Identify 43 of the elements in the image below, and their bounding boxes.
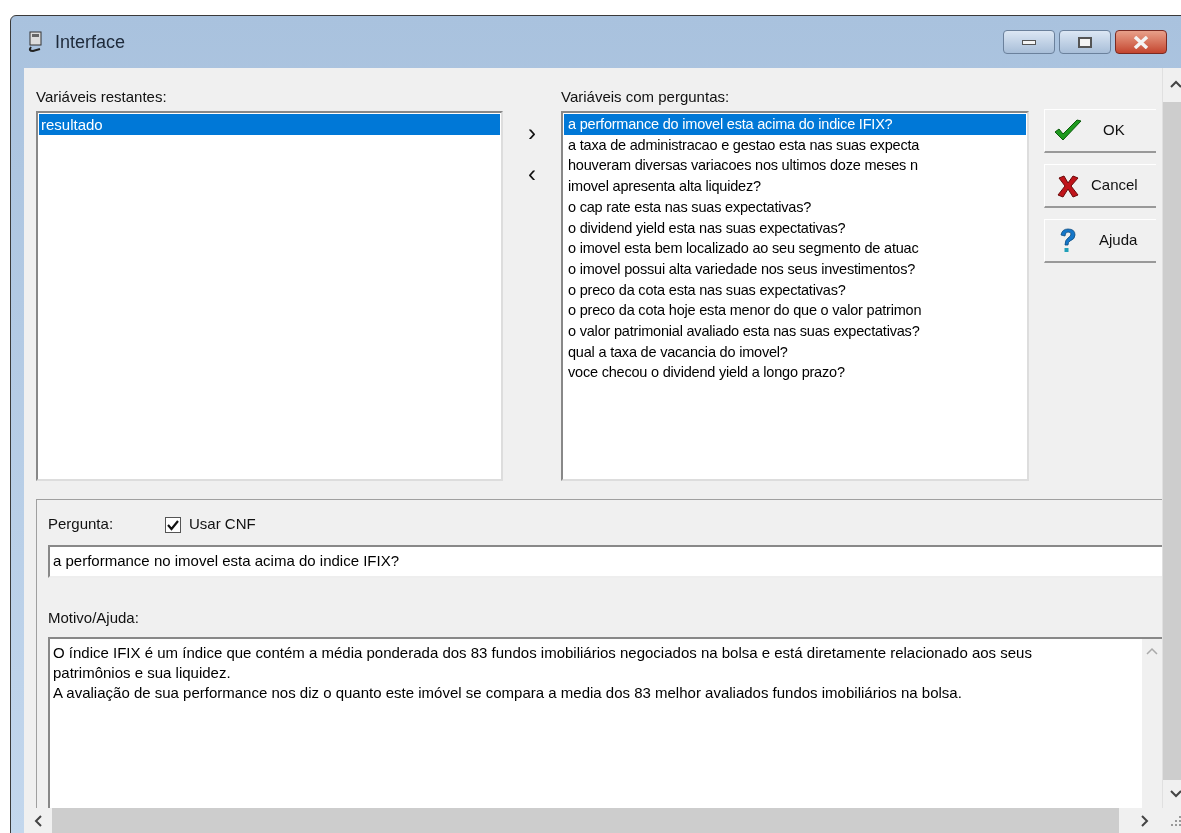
list-label: Variáveis com perguntas: xyxy=(561,87,731,107)
list-item[interactable]: o imovel possui alta variedade nos seus investimentos? xyxy=(564,258,1026,280)
list-item[interactable]: o valor patrimonial avaliado esta nas suas expectativas? xyxy=(564,321,1026,342)
list-item[interactable]: o imovel esta bem localizado ao seu segmento de atuac xyxy=(564,238,1026,259)
cancel-button[interactable]: Cancel xyxy=(1044,164,1156,208)
list-item[interactable]: o dividend yield esta nas suas expectativas? xyxy=(564,217,1026,239)
list-item[interactable]: a performance do imovel esta acima do indice IFIX? xyxy=(564,114,1026,135)
reason-label: Motivo/Ajuda: xyxy=(48,608,140,628)
move-right-button[interactable]: › xyxy=(528,120,536,146)
x-icon xyxy=(1056,173,1080,198)
list-item[interactable]: voce checou o dividend yield a longo prazo? xyxy=(564,362,1026,384)
list-item[interactable]: resultado xyxy=(39,114,500,135)
scroll-right-icon[interactable] xyxy=(1141,815,1149,827)
list-label: Variáveis restantes: xyxy=(36,87,168,107)
question-field[interactable]: a performance no imovel esta acima do indice IFIX? xyxy=(48,545,1162,578)
list-item[interactable]: o cap rate esta nas suas expectativas? xyxy=(564,196,1026,218)
move-left-button[interactable]: ‹ xyxy=(528,161,536,187)
scroll-left-icon[interactable] xyxy=(34,815,42,827)
window-title: Interface xyxy=(55,30,126,54)
check-icon xyxy=(167,518,179,531)
questions-list[interactable] xyxy=(561,111,1029,481)
question-mark-icon xyxy=(1059,227,1077,254)
close-icon xyxy=(1133,35,1149,49)
checkbox-label: Usar CNF xyxy=(189,514,256,535)
list-item[interactable]: qual a taxa de vacancia do imovel? xyxy=(564,341,1026,363)
list-item[interactable]: o preco da cota hoje esta menor do que o valor patrimon xyxy=(564,300,1026,322)
list-item[interactable]: houveram diversas variacoes nos ultimos doze meses n xyxy=(564,155,1026,177)
cnf-checkbox[interactable] xyxy=(165,516,181,533)
reason-paragraph: O índice IFIX é um índice que contém a média ponderada dos 83 fundos imobiliários negociados na bolsa e está diretamente relacionado aos seus patrimônios e sua liquidez. xyxy=(53,643,1033,683)
list-item[interactable]: a taxa de administracao e gestao esta nas suas expecta xyxy=(564,134,1026,156)
close-button[interactable] xyxy=(1115,30,1167,54)
maximize-button[interactable] xyxy=(1059,30,1111,54)
scroll-down-icon[interactable] xyxy=(1170,790,1181,798)
remaining-list[interactable]: resultado xyxy=(36,111,503,481)
scroll-up-icon[interactable] xyxy=(1170,80,1181,88)
question-label: Pergunta: xyxy=(48,514,115,535)
minimize-button[interactable] xyxy=(1003,30,1055,54)
list-item[interactable]: o preco da cota esta nas suas expectativas? xyxy=(564,279,1026,301)
help-button[interactable]: Ajuda xyxy=(1044,219,1156,263)
ok-button[interactable]: OK xyxy=(1044,109,1156,153)
resize-grip-icon[interactable] xyxy=(1171,816,1181,826)
reason-paragraph: A avaliação de sua performance nos diz o quanto este imóvel se compara a media dos 83 melhor avaliados fundos imobiliários na bolsa. xyxy=(53,683,963,703)
list-item[interactable]: imovel apresenta alta liquidez? xyxy=(564,176,1026,197)
